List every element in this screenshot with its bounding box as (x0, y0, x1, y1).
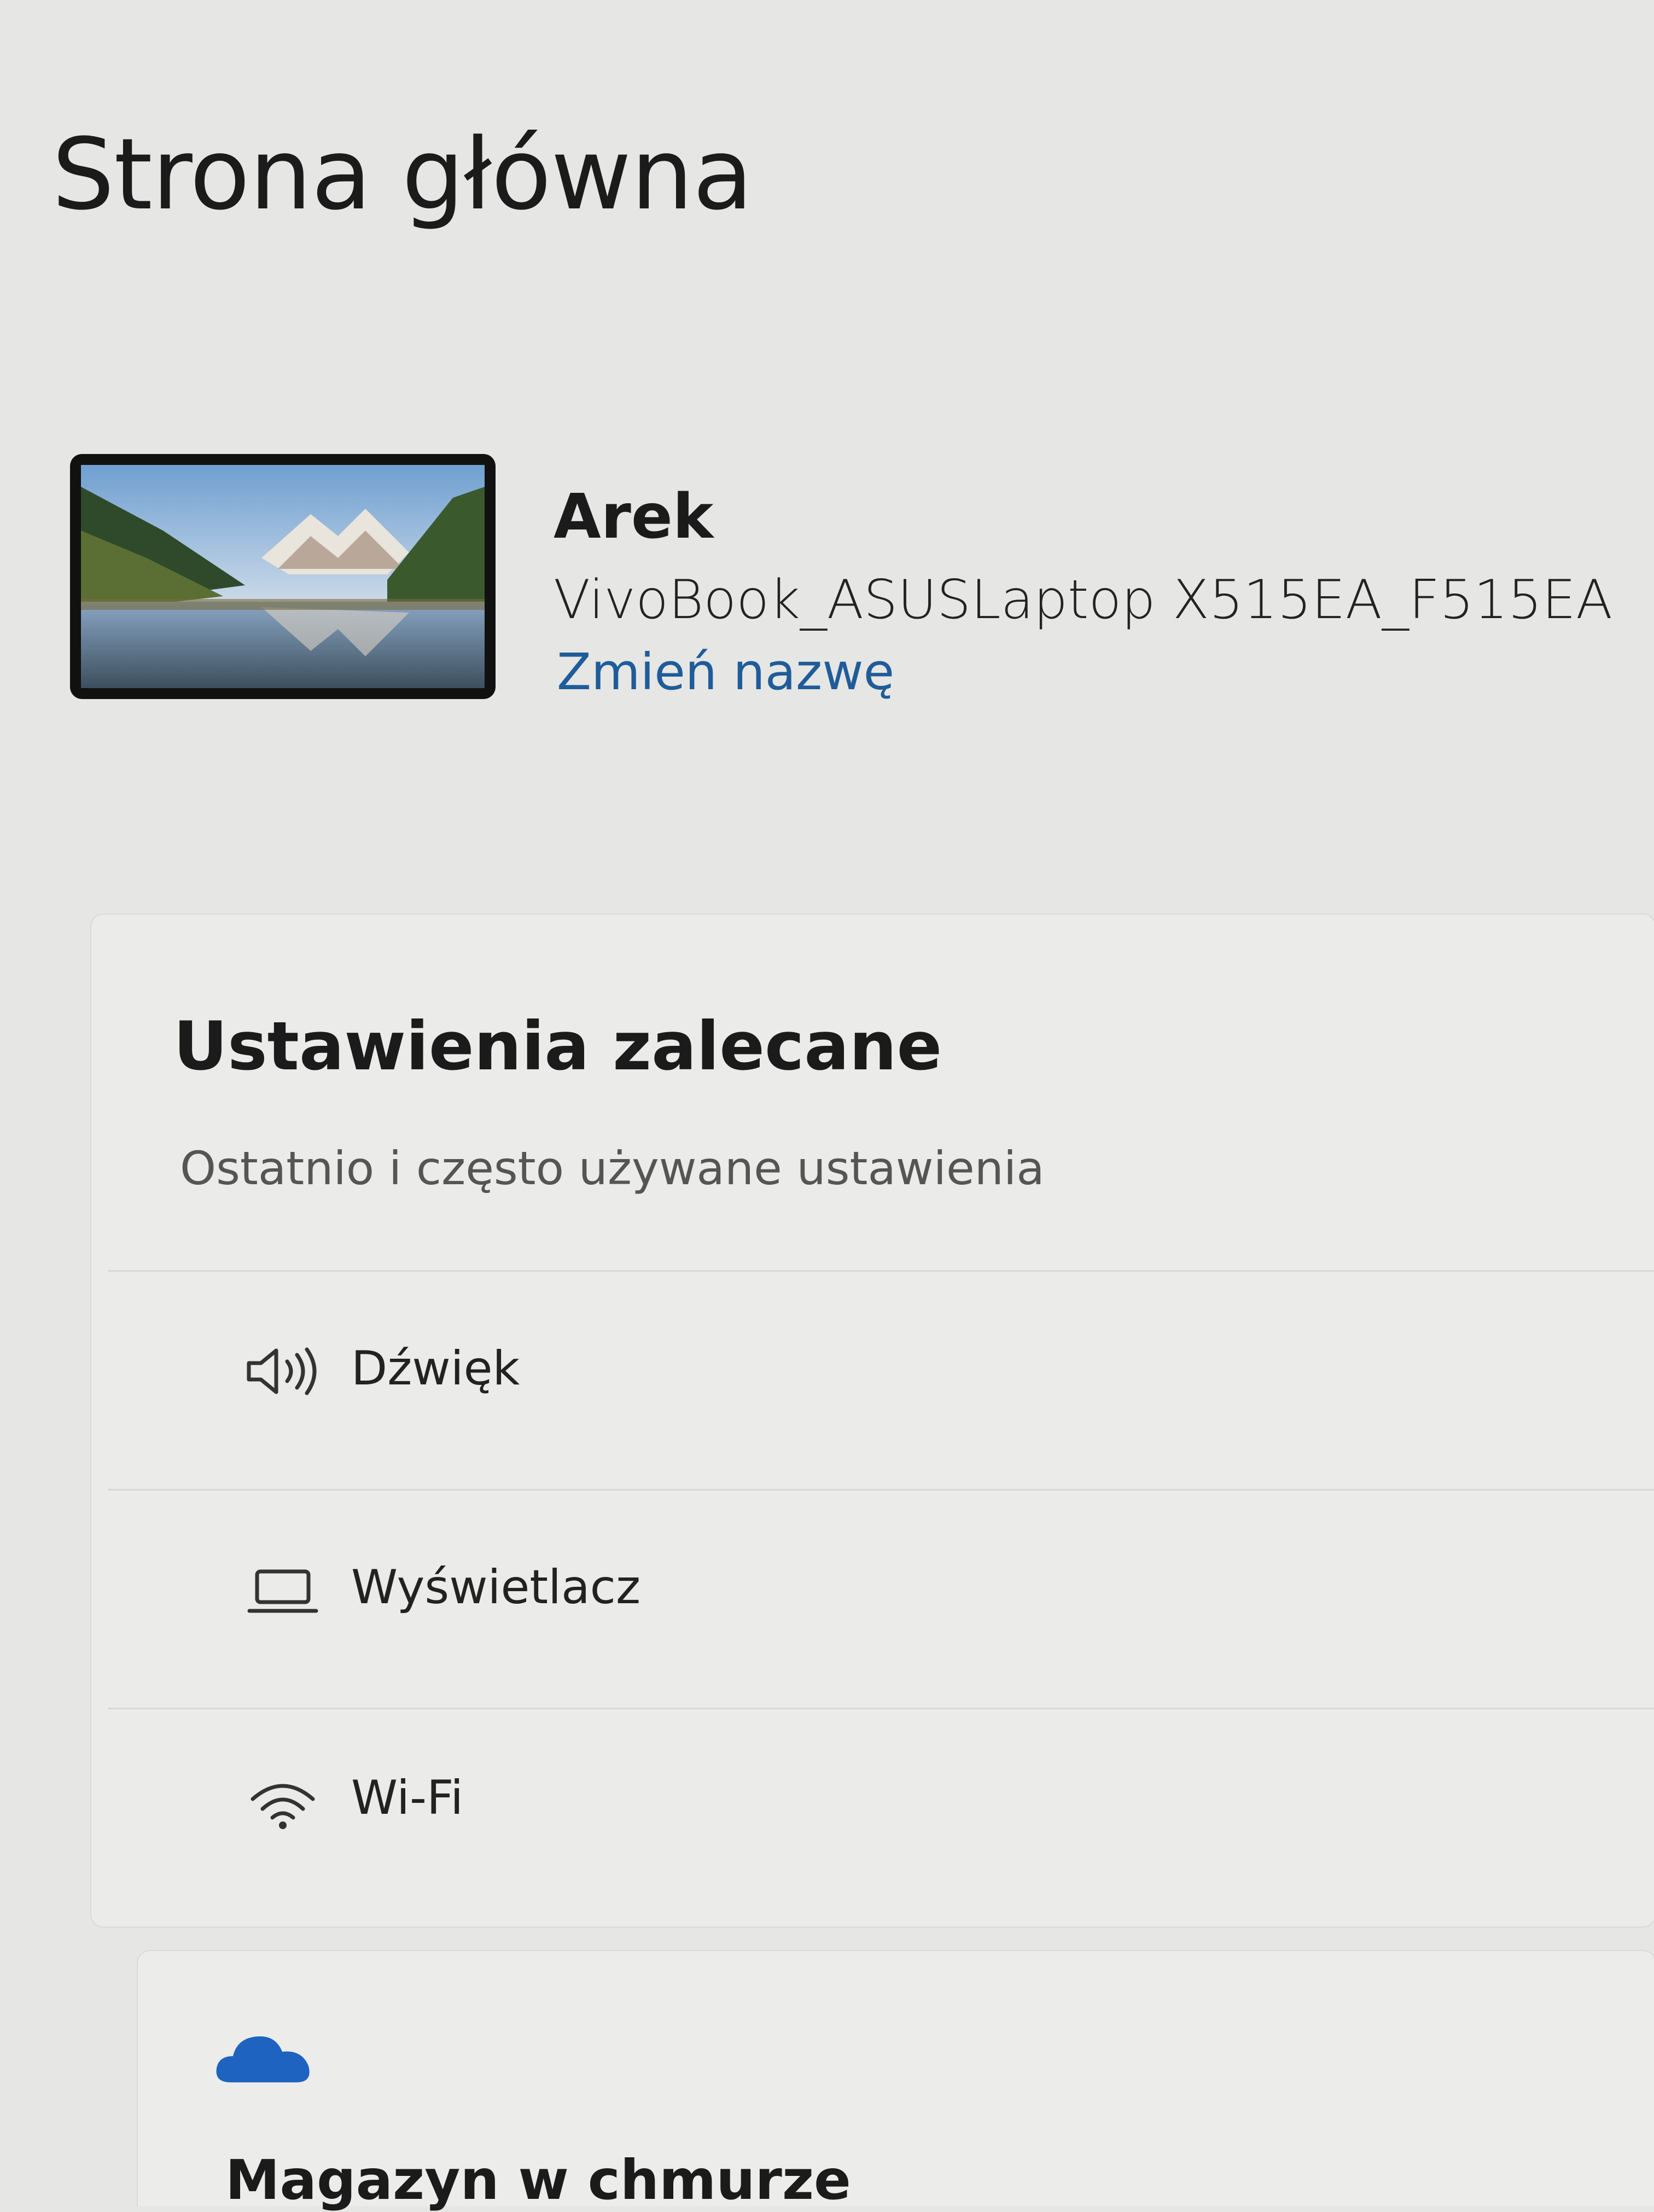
divider (108, 1489, 1654, 1491)
rename-link[interactable]: Zmień nazwę (557, 643, 894, 701)
recommended-settings-card: Ustawienia zalecane Ostatnio i często uż… (90, 913, 1654, 1928)
card-subtitle: Ostatnio i często używane ustawienia (180, 1142, 1045, 1195)
settings-item-label: Wyświetlacz (351, 1560, 641, 1615)
cloud-storage-card[interactable]: Magazyn w chmurze (137, 1950, 1654, 2212)
page-title: Strona główna (52, 118, 753, 232)
laptop-icon (247, 1569, 318, 1613)
device-wallpaper-thumbnail (70, 454, 496, 699)
settings-item-label: Wi-Fi (351, 1771, 464, 1825)
cloud-storage-title: Magazyn w chmurze (225, 2148, 851, 2212)
wifi-icon (251, 1784, 315, 1829)
speaker-icon (247, 1347, 317, 1395)
device-name: VivoBook_ASUSLaptop X515EA_F515EA (554, 569, 1613, 631)
onedrive-cloud-icon (216, 2036, 310, 2082)
settings-item-sound[interactable]: Dźwięk (108, 1273, 1654, 1486)
settings-item-label: Dźwięk (351, 1341, 520, 1396)
settings-item-display[interactable]: Wyświetlacz (108, 1492, 1654, 1705)
divider (108, 1270, 1654, 1272)
account-name: Arek (554, 481, 714, 552)
divider (108, 1708, 1654, 1709)
card-title: Ustawienia zalecane (173, 1008, 942, 1085)
settings-item-wifi[interactable]: Wi-Fi (108, 1710, 1654, 1924)
